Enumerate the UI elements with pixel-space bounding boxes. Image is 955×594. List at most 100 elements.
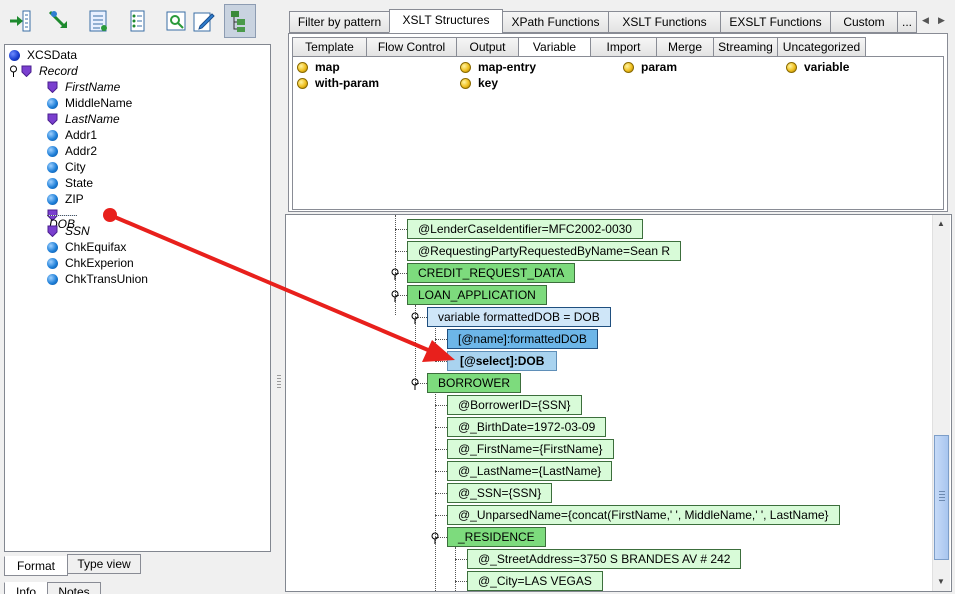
record-shield-icon xyxy=(21,65,32,77)
document-icon[interactable] xyxy=(82,4,114,38)
palette-item[interactable]: map xyxy=(297,59,340,75)
tree-node-field[interactable]: State xyxy=(47,175,95,191)
subtab-template[interactable]: Template xyxy=(292,37,367,57)
attribute-node[interactable]: @_SSN={SSN} xyxy=(447,483,553,503)
attribute-node[interactable]: @_FirstName={FirstName} xyxy=(447,439,614,459)
palette-item[interactable]: key xyxy=(460,75,498,91)
tree-node-field[interactable]: FirstName xyxy=(47,79,122,95)
insert-node-icon[interactable] xyxy=(4,4,36,38)
scrollbar-thumb[interactable] xyxy=(934,435,949,560)
collapse-pin-icon[interactable] xyxy=(410,311,420,324)
vertical-scrollbar[interactable]: ▲ ▼ xyxy=(932,215,950,591)
tab-scroll-left-icon[interactable]: ◀ xyxy=(922,15,929,26)
tab-custom[interactable]: Custom xyxy=(830,11,898,33)
tree-node-field[interactable]: City xyxy=(47,159,88,175)
subtab-import[interactable]: Import xyxy=(590,37,657,57)
tree-node-field[interactable]: DOB xyxy=(47,207,78,231)
element-node[interactable]: BORROWER xyxy=(427,373,521,393)
tab-xpath-functions[interactable]: XPath Functions xyxy=(502,11,609,33)
tab-type-view[interactable]: Type view xyxy=(67,554,141,574)
shield-icon xyxy=(47,113,58,125)
tab-info[interactable]: Info xyxy=(4,582,48,594)
tab--[interactable]: ... xyxy=(897,11,917,33)
field-ball-icon xyxy=(47,257,58,269)
collapse-pin-icon[interactable] xyxy=(390,267,400,280)
collapse-pin-icon[interactable] xyxy=(430,531,440,544)
tree-node-root[interactable]: XCSData xyxy=(9,47,79,63)
panel-splitter[interactable] xyxy=(275,0,284,594)
subtab-variable[interactable]: Variable xyxy=(518,37,591,57)
subtab-merge[interactable]: Merge xyxy=(656,37,714,57)
tree-node-field[interactable]: Addr2 xyxy=(47,143,99,159)
tab-exslt-functions[interactable]: EXSLT Functions xyxy=(720,11,831,33)
tree-node-field[interactable]: LastName xyxy=(47,111,122,127)
palette-item-label: variable xyxy=(804,60,850,74)
palette-item[interactable]: with-param xyxy=(297,75,379,91)
element-node[interactable]: CREDIT_REQUEST_DATA xyxy=(407,263,576,283)
connector xyxy=(435,471,447,472)
tab-notes[interactable]: Notes xyxy=(47,582,101,594)
variable-select-node[interactable]: [@select]:DOB xyxy=(447,351,558,371)
tab-filter-by-pattern[interactable]: Filter by pattern xyxy=(289,11,390,33)
attribute-node[interactable]: @_BirthDate=1972-03-09 xyxy=(447,417,607,437)
auto-map-icon[interactable] xyxy=(43,4,75,38)
tab-xslt-structures[interactable]: XSLT Structures xyxy=(389,9,503,33)
tree-node-record[interactable]: Record xyxy=(9,63,80,79)
structure-icon[interactable] xyxy=(224,4,256,38)
variable-name-node[interactable]: [@name]:formattedDOB xyxy=(447,329,598,349)
subtab-streaming[interactable]: Streaming xyxy=(713,37,778,57)
palette-item-label: with-param xyxy=(315,76,380,90)
tree-node-field[interactable]: SSN xyxy=(47,223,92,239)
palette-item[interactable]: param xyxy=(623,59,677,75)
connector xyxy=(435,427,447,428)
field-ball-icon xyxy=(47,145,58,157)
tab-xslt-functions[interactable]: XSLT Functions xyxy=(608,11,721,33)
collapse-pin-icon[interactable] xyxy=(9,65,18,77)
subtab-flow-control[interactable]: Flow Control xyxy=(366,37,457,57)
element-node[interactable]: _RESIDENCE xyxy=(447,527,546,547)
attribute-node[interactable]: @_UnparsedName={concat(FirstName,' ', Mi… xyxy=(447,505,840,525)
palette-panel: Template Flow Control Output Variable Import… xyxy=(288,33,948,212)
palette-item[interactable]: variable xyxy=(786,59,849,75)
root-ball-icon xyxy=(9,49,20,61)
tree-node-field[interactable]: ChkEquifax xyxy=(47,239,128,255)
tree-node-field[interactable]: ZIP xyxy=(47,191,86,207)
attribute-node[interactable]: @RequestingPartyRequestedByName=Sean R xyxy=(407,241,681,261)
source-tree[interactable]: XCSData Record FirstName MiddleName LastNa… xyxy=(4,44,271,552)
collapse-pin-icon[interactable] xyxy=(410,377,420,390)
element-node[interactable]: LOAN_APPLICATION xyxy=(407,285,547,305)
palette-list: map map-entry param variable with-param key xyxy=(292,56,944,210)
mapping-tree[interactable]: @LenderCaseIdentifier=MFC2002-0030 @Requ… xyxy=(285,214,952,592)
connector xyxy=(395,251,407,252)
palette-item[interactable]: map-entry xyxy=(460,59,536,75)
subtab-output[interactable]: Output xyxy=(456,37,519,57)
tree-node-field[interactable]: Addr1 xyxy=(47,127,99,143)
attribute-node[interactable]: @_LastName={LastName} xyxy=(447,461,613,481)
attribute-node[interactable]: @_City=LAS VEGAS xyxy=(467,571,603,591)
left-panel: XCSData Record FirstName MiddleName LastNa… xyxy=(0,0,275,594)
attribute-node[interactable]: @BorrowerID={SSN} xyxy=(447,395,582,415)
tab-scroll-right-icon[interactable]: ▶ xyxy=(938,15,945,26)
attribute-node[interactable]: @LenderCaseIdentifier=MFC2002-0030 xyxy=(407,219,643,239)
tree-field-label: Addr2 xyxy=(65,144,98,158)
tab-format[interactable]: Format xyxy=(4,556,68,576)
attribute-node[interactable]: @_StreetAddress=3750 S BRANDES AV # 242 xyxy=(467,549,742,569)
tree-field-label: ZIP xyxy=(65,192,84,206)
tree-node-field[interactable]: ChkTransUnion xyxy=(47,271,150,287)
subtab-uncategorized[interactable]: Uncategorized xyxy=(777,37,866,57)
field-ball-icon xyxy=(47,161,58,173)
variable-node[interactable]: variable formattedDOB = DOB xyxy=(427,307,611,327)
splitter-grip xyxy=(277,375,281,389)
function-tabs: Filter by pattern XSLT Structures XPath Fu… xyxy=(289,9,949,33)
scroll-up-icon[interactable]: ▲ xyxy=(937,219,945,228)
app-window: XCSData Record FirstName MiddleName LastNa… xyxy=(0,0,955,594)
scroll-down-icon[interactable]: ▼ xyxy=(937,577,945,586)
connector xyxy=(435,361,447,362)
connector xyxy=(395,229,407,230)
list-icon[interactable] xyxy=(121,4,153,38)
yellow-dot-icon xyxy=(297,61,308,73)
collapse-pin-icon[interactable] xyxy=(390,289,400,302)
tree-node-field[interactable]: MiddleName xyxy=(47,95,134,111)
tree-node-field[interactable]: ChkExperion xyxy=(47,255,136,271)
edit-icon[interactable] xyxy=(188,4,220,38)
